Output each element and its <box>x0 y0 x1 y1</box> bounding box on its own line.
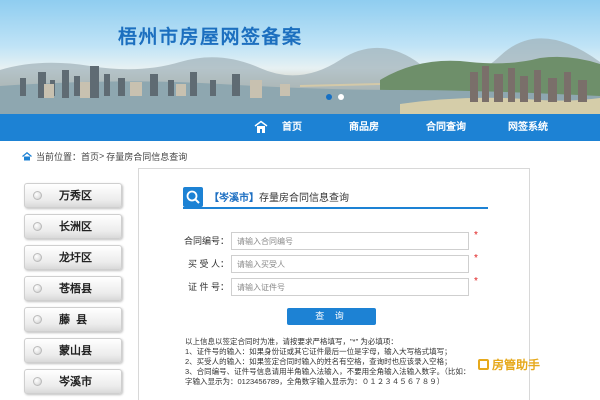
id-number-label: 证 件 号： <box>187 282 229 292</box>
instruction-line: 1、证件号的输入：如果身份证或其它证件最后一位是字母，输入大写格式填写； <box>185 347 452 356</box>
instruction-line: 3、合同编号、证件号信息请用半角输入法输入，不要用全角输入法输入数字。（比如： <box>185 367 471 376</box>
radio-bullet-icon <box>33 191 42 200</box>
watermark-logo-icon <box>478 358 489 370</box>
sidebar-item-longxu[interactable]: 龙圩区 <box>24 245 122 270</box>
city-skyline-image <box>0 38 600 114</box>
instructions-text: 以上信息以签定合同时为准，请按要求严格填写，"*" 为必填项： 1、证件号的输入… <box>185 337 475 387</box>
panel-city: 【岑溪市】 <box>209 193 259 204</box>
sidebar-item-label: 藤 县 <box>59 314 88 326</box>
sidebar-item-mengshan[interactable]: 蒙山县 <box>24 338 122 363</box>
query-panel: 【岑溪市】存量房合同信息查询 合同编号： * 买 受 人： * 证 件 号： *… <box>138 168 530 400</box>
required-marker: * <box>474 230 478 241</box>
query-button[interactable]: 查 询 <box>287 308 376 325</box>
panel-header: 【岑溪市】存量房合同信息查询 <box>183 187 488 209</box>
instruction-line: 以上信息以签定合同时为准，请按要求严格填写，"*" 为必填项： <box>185 337 398 346</box>
header-banner: 梧州市房屋网签备案 <box>0 0 600 114</box>
sidebar-item-label: 龙圩区 <box>59 252 92 264</box>
buyer-input[interactable] <box>231 255 469 273</box>
sidebar-item-tengxian[interactable]: 藤 县 <box>24 307 122 332</box>
home-icon <box>254 120 268 133</box>
nav-signing-system[interactable]: 网签系统 <box>500 114 556 141</box>
radio-bullet-icon <box>33 253 42 262</box>
carousel-dot-active[interactable] <box>338 94 344 100</box>
breadcrumb: 当前位置： 首页 > 存量房合同信息查询 <box>22 150 187 162</box>
breadcrumb-prefix: 当前位置： <box>36 151 82 162</box>
carousel-indicators[interactable] <box>326 94 344 100</box>
nav-home[interactable]: 首页 <box>272 114 312 141</box>
main-nav: 首页 商品房 合同查询 网签系统 <box>0 114 600 141</box>
search-icon <box>183 187 203 207</box>
required-marker: * <box>474 253 478 264</box>
district-sidebar: 万秀区 长洲区 龙圩区 苍梧县 藤 县 蒙山县 岑溪市 <box>24 183 124 400</box>
required-marker: * <box>474 276 478 287</box>
sidebar-item-label: 长洲区 <box>59 221 92 233</box>
watermark-text: 房管助手 <box>492 357 541 372</box>
contract-number-label: 合同编号： <box>183 236 229 246</box>
nav-commercial-housing[interactable]: 商品房 <box>338 114 390 141</box>
sidebar-item-cangwu[interactable]: 苍梧县 <box>24 276 122 301</box>
sidebar-item-wanxiu[interactable]: 万秀区 <box>24 183 122 208</box>
radio-bullet-icon <box>33 284 42 293</box>
carousel-dot[interactable] <box>326 94 332 100</box>
breadcrumb-current: 存量房合同信息查询 <box>106 151 188 162</box>
sidebar-item-cenxi[interactable]: 岑溪市 <box>24 369 122 394</box>
radio-bullet-icon <box>33 315 42 324</box>
sidebar-item-label: 苍梧县 <box>59 283 92 295</box>
sidebar-item-label: 万秀区 <box>59 190 92 202</box>
contract-number-input[interactable] <box>231 232 469 250</box>
breadcrumb-home-link[interactable]: 首页 <box>81 150 99 163</box>
radio-bullet-icon <box>33 346 42 355</box>
radio-bullet-icon <box>33 377 42 386</box>
panel-title-text: 存量房合同信息查询 <box>259 193 349 204</box>
watermark: 房管助手 <box>478 356 594 372</box>
breadcrumb-separator: > <box>99 151 105 161</box>
id-number-input[interactable] <box>231 278 469 296</box>
buyer-label: 买 受 人： <box>187 259 229 269</box>
nav-contract-query[interactable]: 合同查询 <box>418 114 474 141</box>
sidebar-item-label: 蒙山县 <box>59 345 92 357</box>
sidebar-item-label: 岑溪市 <box>59 376 92 388</box>
instruction-line: 2、买受人的输入：如果签定合同时输入的姓名有空格，查询时也应该录入空格； <box>185 357 452 366</box>
site-title: 梧州市房屋网签备案 <box>118 26 303 48</box>
instruction-line: 字输入显示为：0123456789，全角数字输入显示为：０１２３４５６７８９） <box>185 377 445 386</box>
home-icon <box>22 151 32 160</box>
sidebar-item-changzhou[interactable]: 长洲区 <box>24 214 122 239</box>
panel-title: 【岑溪市】存量房合同信息查询 <box>209 189 349 204</box>
radio-bullet-icon <box>33 222 42 231</box>
